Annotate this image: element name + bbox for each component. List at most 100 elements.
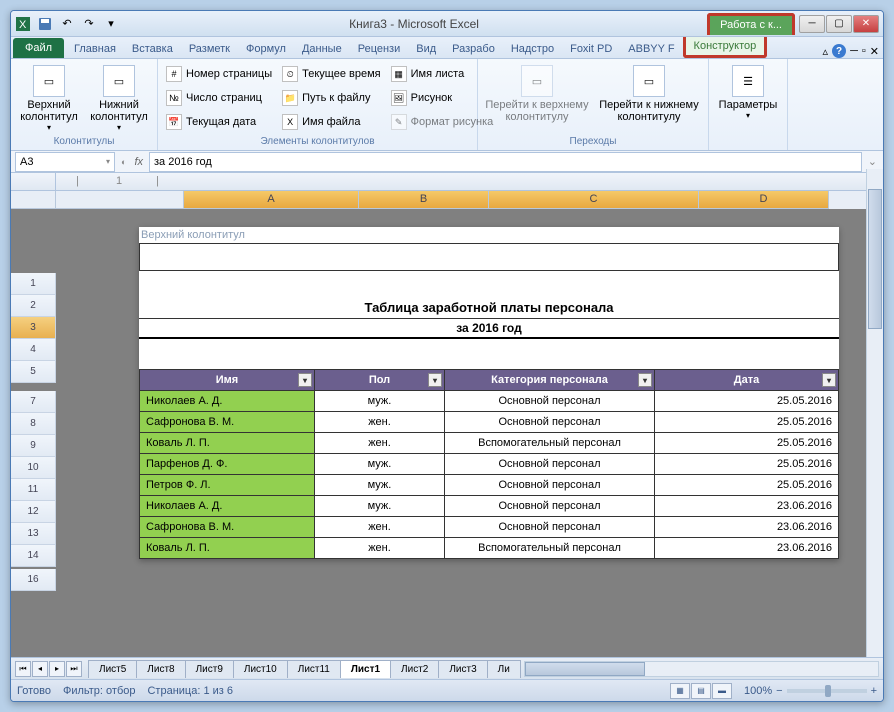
- cell-cat[interactable]: Основной персонал: [445, 412, 655, 433]
- header-button[interactable]: ▭Верхний колонтитул▾: [15, 61, 83, 133]
- zoom-thumb[interactable]: [825, 685, 831, 697]
- tab-abbyy[interactable]: ABBYY F: [620, 40, 682, 58]
- row-header[interactable]: 3: [11, 317, 56, 339]
- goto-footer-button[interactable]: ▭Перейти к нижнему колонтитулу: [594, 61, 704, 133]
- redo-button[interactable]: ↷: [79, 14, 99, 34]
- row-header[interactable]: 1: [11, 273, 56, 295]
- horizontal-scrollbar[interactable]: [524, 661, 879, 677]
- row-header[interactable]: 5: [11, 361, 56, 383]
- col-sex[interactable]: Пол▾: [315, 370, 445, 391]
- filter-icon[interactable]: ▾: [822, 373, 836, 387]
- table-row[interactable]: Петров Ф. Л.муж.Основной персонал25.05.2…: [140, 475, 839, 496]
- sheet-tab[interactable]: Лист10: [233, 660, 288, 678]
- close-button[interactable]: ✕: [853, 15, 879, 33]
- table-row[interactable]: Николаев А. Д.муж.Основной персонал25.05…: [140, 391, 839, 412]
- footer-button[interactable]: ▭Нижний колонтитул▾: [85, 61, 153, 133]
- row-header[interactable]: 9: [11, 435, 56, 457]
- tab-dev[interactable]: Разрабо: [444, 40, 503, 58]
- tab-design[interactable]: Конструктор: [683, 37, 768, 58]
- col-header-c[interactable]: C: [489, 191, 699, 209]
- doc-restore-button[interactable]: ▫: [862, 45, 866, 57]
- cell-sex[interactable]: муж.: [315, 454, 445, 475]
- tab-home[interactable]: Главная: [66, 40, 124, 58]
- select-all-corner[interactable]: [11, 191, 56, 209]
- tab-view[interactable]: Вид: [408, 40, 444, 58]
- view-normal-button[interactable]: ▦: [670, 683, 690, 699]
- table-subtitle[interactable]: за 2016 год: [139, 319, 839, 339]
- cell-sex[interactable]: жен.: [315, 412, 445, 433]
- help-icon[interactable]: ?: [832, 44, 846, 58]
- sheet-tab[interactable]: Ли: [487, 660, 521, 678]
- filter-icon[interactable]: ▾: [298, 373, 312, 387]
- row-header[interactable]: 12: [11, 501, 56, 523]
- zoom-in-button[interactable]: +: [871, 685, 877, 697]
- vertical-scrollbar[interactable]: [866, 169, 883, 657]
- col-header-a[interactable]: A: [184, 191, 359, 209]
- sheet-tab[interactable]: Лист3: [438, 660, 487, 678]
- sheet-content[interactable]: A B C D 1 2 3 4 5 7 8 9 10 11 12 13 14: [11, 191, 883, 657]
- row-header[interactable]: 14: [11, 545, 56, 567]
- sheet-tab[interactable]: Лист8: [136, 660, 185, 678]
- cell-cat[interactable]: Вспомогательный персонал: [445, 433, 655, 454]
- cell-sex[interactable]: жен.: [315, 538, 445, 559]
- cell-cat[interactable]: Основной персонал: [445, 391, 655, 412]
- cell-name[interactable]: Сафронова В. М.: [140, 412, 315, 433]
- table-row[interactable]: Парфенов Д. Ф.муж.Основной персонал25.05…: [140, 454, 839, 475]
- minimize-button[interactable]: ─: [799, 15, 825, 33]
- row-header[interactable]: 8: [11, 413, 56, 435]
- filter-icon[interactable]: ▾: [638, 373, 652, 387]
- cell-sex[interactable]: жен.: [315, 433, 445, 454]
- sheet-tab[interactable]: Лист2: [390, 660, 439, 678]
- save-button[interactable]: [35, 14, 55, 34]
- tab-prev-button[interactable]: ◂: [32, 661, 48, 677]
- cell-cat[interactable]: Основной персонал: [445, 454, 655, 475]
- col-name[interactable]: Имя▾: [140, 370, 315, 391]
- cell-date[interactable]: 25.05.2016: [655, 433, 839, 454]
- name-box-expand-icon[interactable]: ◐: [119, 157, 128, 167]
- table-row[interactable]: Коваль Л. П.жен.Вспомогательный персонал…: [140, 433, 839, 454]
- formula-expand-icon[interactable]: ⌄: [862, 155, 883, 168]
- qat-dropdown[interactable]: ▾: [101, 14, 121, 34]
- page-number-button[interactable]: #Номер страницы: [162, 63, 276, 85]
- table-row[interactable]: Коваль Л. П.жен.Вспомогательный персонал…: [140, 538, 839, 559]
- name-box-dropdown-icon[interactable]: ▾: [106, 157, 110, 166]
- row-header[interactable]: 13: [11, 523, 56, 545]
- formula-input[interactable]: за 2016 год: [149, 152, 862, 172]
- cell-date[interactable]: 25.05.2016: [655, 391, 839, 412]
- cell-sex[interactable]: муж.: [315, 496, 445, 517]
- tab-formulas[interactable]: Формул: [238, 40, 294, 58]
- table-title[interactable]: Таблица заработной платы персонала: [139, 297, 839, 319]
- cell-name[interactable]: Николаев А. Д.: [140, 496, 315, 517]
- cell-date[interactable]: 25.05.2016: [655, 475, 839, 496]
- view-break-button[interactable]: ▬: [712, 683, 732, 699]
- doc-minimize-button[interactable]: ─: [850, 45, 858, 57]
- tab-file[interactable]: Файл: [13, 38, 64, 58]
- table-row[interactable]: Сафронова В. М.жен.Основной персонал23.0…: [140, 517, 839, 538]
- current-date-button[interactable]: 📅Текущая дата: [162, 111, 276, 133]
- zoom-slider[interactable]: [787, 689, 867, 693]
- row-header[interactable]: 10: [11, 457, 56, 479]
- cell-date[interactable]: 25.05.2016: [655, 412, 839, 433]
- fx-icon[interactable]: fx: [128, 156, 149, 168]
- col-header-d[interactable]: D: [699, 191, 829, 209]
- header-input-area[interactable]: [139, 243, 839, 271]
- minimize-ribbon-icon[interactable]: ▵: [823, 45, 829, 58]
- file-path-button[interactable]: 📁Путь к файлу: [278, 87, 384, 109]
- col-cat[interactable]: Категория персонала▾: [445, 370, 655, 391]
- cell-cat[interactable]: Вспомогательный персонал: [445, 538, 655, 559]
- row-header[interactable]: 4: [11, 339, 56, 361]
- cell-name[interactable]: Николаев А. Д.: [140, 391, 315, 412]
- table-row[interactable]: Сафронова В. М.жен.Основной персонал25.0…: [140, 412, 839, 433]
- scroll-thumb[interactable]: [868, 189, 882, 329]
- undo-button[interactable]: ↶: [57, 14, 77, 34]
- tab-insert[interactable]: Вставка: [124, 40, 181, 58]
- col-header-b[interactable]: B: [359, 191, 489, 209]
- filter-icon[interactable]: ▾: [428, 373, 442, 387]
- row-header[interactable]: 2: [11, 295, 56, 317]
- name-box[interactable]: A3▾: [15, 152, 115, 172]
- cell-name[interactable]: Коваль Л. П.: [140, 433, 315, 454]
- cell-date[interactable]: 23.06.2016: [655, 538, 839, 559]
- tab-last-button[interactable]: ⏭: [66, 661, 82, 677]
- params-button[interactable]: ☰Параметры▾: [713, 61, 783, 133]
- cell-sex[interactable]: жен.: [315, 517, 445, 538]
